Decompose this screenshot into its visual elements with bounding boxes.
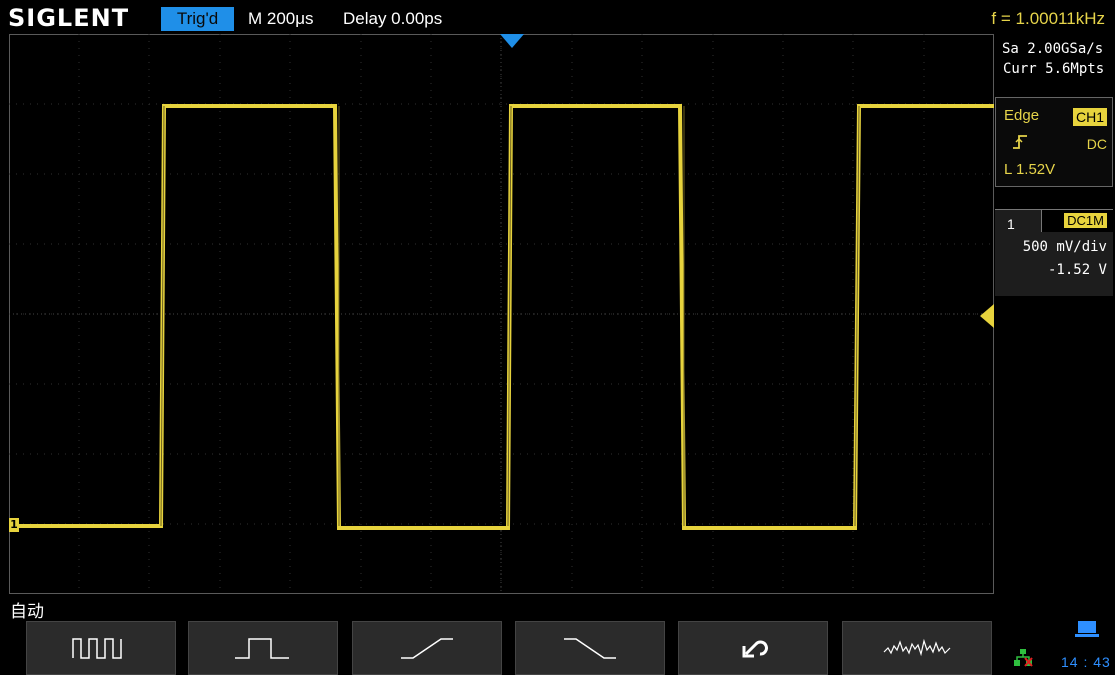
noise-waveform-button[interactable] <box>842 621 992 675</box>
rising-edge-icon <box>401 638 453 659</box>
trigger-status-badge[interactable]: Trig'd <box>161 7 234 31</box>
trigger-coupling: DC <box>1086 136 1107 152</box>
waveform-grid[interactable] <box>9 34 994 594</box>
trigger-level-marker[interactable] <box>980 304 994 328</box>
trigger-source-badge: CH1 <box>1072 108 1107 126</box>
single-period-button[interactable] <box>188 621 338 675</box>
frequency-readout: f = 1.00011kHz <box>991 9 1105 28</box>
vertical-scale: 500 mV/div <box>1022 239 1107 255</box>
brand-logo: SIGLENT <box>8 4 130 32</box>
trigger-settings-panel[interactable]: Edge CH1 DC L 1.52V <box>995 97 1113 187</box>
waveform-display <box>9 34 994 594</box>
noise-waveform-icon <box>883 638 951 657</box>
falling-edge-button[interactable] <box>515 621 665 675</box>
timebase-readout[interactable]: M 200μs <box>248 9 314 29</box>
top-status-bar: SIGLENT Trig'd M 200μs Delay 0.00ps f = … <box>0 0 1115 34</box>
channel1-settings-panel[interactable]: 1 DC1M 500 mV/div -1.52 V <box>995 209 1114 296</box>
softkey-menu-title: 自动 <box>10 602 44 621</box>
delay-readout[interactable]: Delay 0.00ps <box>343 9 442 29</box>
channel-number: 1 <box>1007 216 1015 232</box>
sample-rate: Sa 2.00GSa/s <box>1002 41 1104 57</box>
multi-period-button[interactable] <box>26 621 176 675</box>
network-disconnected-icon <box>1014 649 1033 667</box>
multi-period-icon <box>72 638 122 659</box>
system-status-area: 14 : 43 <box>995 620 1115 673</box>
usb-device-icon[interactable] <box>1075 620 1099 638</box>
coupling-impedance-badge: DC1M <box>1064 213 1107 228</box>
trigger-position-marker[interactable] <box>500 34 524 48</box>
softkey-bar <box>26 621 996 675</box>
undo-button[interactable] <box>678 621 828 675</box>
ch1-ground-marker[interactable]: 1 <box>9 518 19 532</box>
falling-edge-icon <box>564 638 616 659</box>
single-period-icon <box>235 638 289 659</box>
memory-depth: Curr 5.6Mpts <box>1003 61 1105 77</box>
vertical-offset: -1.52 V <box>1047 262 1107 278</box>
rising-edge-icon <box>1012 134 1028 155</box>
system-clock: 14 : 43 <box>1061 654 1111 670</box>
trigger-type: Edge <box>1004 107 1040 124</box>
undo-icon <box>742 640 768 658</box>
trigger-level: L 1.52V <box>1004 161 1056 178</box>
rising-edge-button[interactable] <box>352 621 502 675</box>
